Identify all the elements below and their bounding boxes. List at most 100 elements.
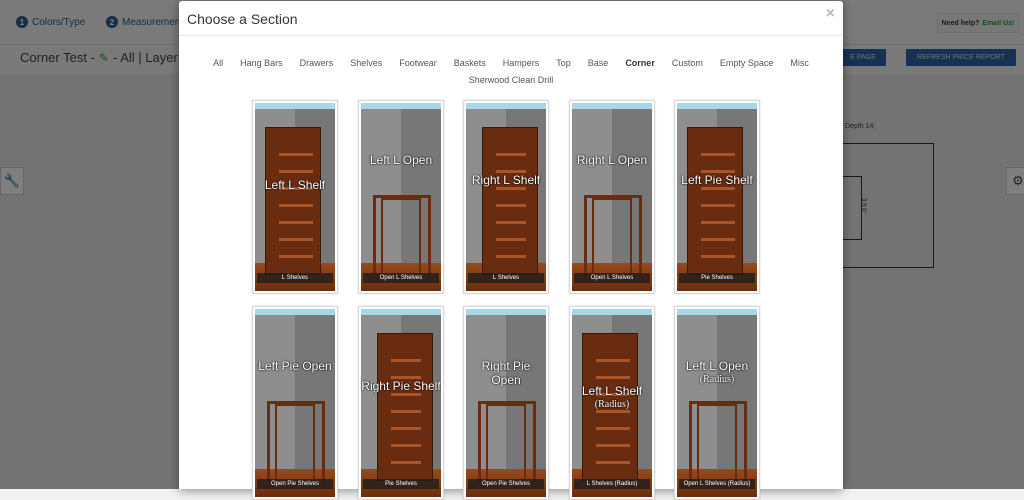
section-caption: L Shelves	[257, 273, 333, 283]
section-thumbnail: Left Pie Shelf Pie Shelves	[677, 103, 757, 291]
shelf-board	[279, 170, 313, 173]
shelf-board	[279, 153, 313, 156]
section-title: Right L Open	[572, 153, 652, 167]
filter-top[interactable]: Top	[556, 58, 571, 68]
section-card[interactable]: Right L Open Open L Shelves	[569, 100, 655, 294]
shelf-board	[279, 238, 313, 241]
section-card[interactable]: Left L Open (Radius) Open L Shelves (Radiu…	[674, 306, 760, 500]
shelf-tower	[265, 127, 321, 275]
section-title-text: Right Pie Open	[481, 359, 531, 387]
section-caption: Pie Shelves	[363, 479, 439, 489]
section-thumbnail: Left L Open (Radius) Open L Shelves (Radiu…	[677, 309, 757, 497]
filter-all[interactable]: All	[213, 58, 223, 68]
shelf-board	[496, 238, 526, 241]
category-filters: All Hang Bars Drawers Shelves Footwear Basket…	[179, 56, 843, 87]
filter-sherwood-clean-drill[interactable]: Sherwood Clean Drill	[469, 75, 554, 85]
shelf-board	[701, 153, 735, 156]
shelf-board	[279, 204, 313, 207]
section-thumbnail: Left Pie Open Open Pie Shelves	[255, 309, 335, 497]
section-thumbnail: Right Pie Open Open Pie Shelves	[466, 309, 546, 497]
open-cabinet-frame	[697, 404, 737, 481]
section-title-text: Left L Shelf	[264, 178, 326, 192]
filter-baskets[interactable]: Baskets	[454, 58, 486, 68]
section-title: Right Pie Shelf	[361, 379, 441, 393]
open-cabinet-frame	[486, 404, 526, 481]
filter-row: Sherwood Clean Drill	[179, 73, 843, 87]
filter-misc[interactable]: Misc	[790, 58, 809, 68]
shelf-board	[391, 410, 421, 413]
section-title: Left L Open (Radius)	[677, 359, 757, 387]
section-caption: L Shelves	[468, 273, 544, 283]
shelf-board	[496, 187, 526, 190]
shelf-board	[391, 427, 421, 430]
section-caption: Open L Shelves	[363, 273, 439, 283]
section-title: Left L Open	[361, 153, 441, 167]
shelf-board	[391, 444, 421, 447]
section-title-text: Right L Open	[576, 153, 648, 167]
section-caption: Pie Shelves	[679, 273, 755, 283]
shelf-board	[596, 461, 630, 464]
filter-hampers[interactable]: Hampers	[503, 58, 540, 68]
shelf-board	[701, 255, 735, 258]
shelf-board	[391, 461, 421, 464]
section-card[interactable]: Left Pie Shelf Pie Shelves	[674, 100, 760, 294]
section-card[interactable]: Left L Shelf L Shelves	[252, 100, 338, 294]
shelf-board	[596, 427, 630, 430]
close-icon[interactable]: ×	[826, 5, 835, 23]
section-thumbnail: Right L Shelf L Shelves	[466, 103, 546, 291]
section-thumbnail: Right L Open Open L Shelves	[572, 103, 652, 291]
section-subtitle: (Radius)	[594, 399, 630, 410]
section-card[interactable]: Left Pie Open Open Pie Shelves	[252, 306, 338, 500]
section-thumbnail: Right Pie Shelf Pie Shelves	[361, 309, 441, 497]
section-card[interactable]: Right Pie Open Open Pie Shelves	[463, 306, 549, 500]
shelf-tower	[377, 333, 433, 481]
section-card[interactable]: Right L Shelf L Shelves	[463, 100, 549, 294]
shelf-tower	[482, 127, 538, 275]
section-caption: Open Pie Shelves	[257, 479, 333, 489]
section-caption: Open L Shelves (Radius)	[679, 479, 755, 489]
shelf-board	[496, 221, 526, 224]
filter-empty-space[interactable]: Empty Space	[720, 58, 774, 68]
section-title: Left Pie Open	[255, 359, 335, 373]
shelf-board	[596, 444, 630, 447]
section-title-text: Left L Shelf	[581, 384, 643, 398]
shelf-board	[701, 187, 735, 190]
filter-hang-bars[interactable]: Hang Bars	[240, 58, 283, 68]
filter-base[interactable]: Base	[588, 58, 609, 68]
section-thumbnail: Left L Shelf L Shelves	[255, 103, 335, 291]
open-cabinet-frame	[381, 198, 421, 275]
section-title-text: Left L Open	[369, 153, 433, 167]
section-caption: Open Pie Shelves	[468, 479, 544, 489]
section-card[interactable]: Right Pie Shelf Pie Shelves	[358, 306, 444, 500]
filter-drawers[interactable]: Drawers	[300, 58, 334, 68]
shelf-board	[596, 359, 630, 362]
shelf-board	[391, 359, 421, 362]
shelf-tower	[687, 127, 743, 275]
section-title: Right L Shelf	[466, 173, 546, 187]
shelf-board	[279, 221, 313, 224]
filter-row: All Hang Bars Drawers Shelves Footwear Basket…	[179, 56, 843, 70]
open-cabinet-frame	[592, 198, 632, 275]
section-title: Left L Shelf	[255, 178, 335, 192]
filter-custom[interactable]: Custom	[672, 58, 703, 68]
open-cabinet-frame	[275, 404, 315, 481]
section-title-text: Left Pie Open	[258, 359, 332, 373]
filter-shelves[interactable]: Shelves	[350, 58, 382, 68]
section-card[interactable]: Left L Open Open L Shelves	[358, 100, 444, 294]
filter-footwear[interactable]: Footwear	[399, 58, 437, 68]
shelf-board	[596, 376, 630, 379]
shelf-board	[701, 204, 735, 207]
section-title-text: Right L Shelf	[471, 173, 541, 187]
shelf-board	[701, 221, 735, 224]
filter-corner[interactable]: Corner	[625, 58, 655, 68]
section-thumbnail: Left L Shelf (Radius) L Shelves (Radius)	[572, 309, 652, 497]
section-title: Right Pie Open	[466, 359, 546, 387]
choose-section-modal: Choose a Section × All Hang Bars Drawers Sh…	[179, 1, 843, 500]
section-subtitle: (Radius)	[699, 374, 735, 385]
section-title: Left L Shelf (Radius)	[572, 384, 652, 412]
shelf-board	[496, 153, 526, 156]
modal-header: Choose a Section ×	[179, 1, 843, 36]
shelf-board	[701, 238, 735, 241]
section-caption: Open L Shelves	[574, 273, 650, 283]
section-card[interactable]: Left L Shelf (Radius) L Shelves (Radius)	[569, 306, 655, 500]
